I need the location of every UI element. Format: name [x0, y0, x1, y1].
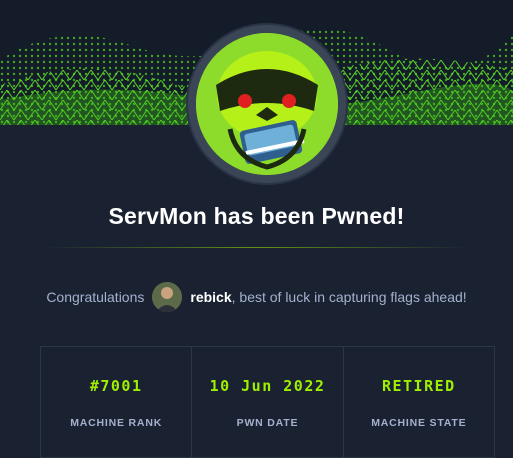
- user-avatar[interactable]: [152, 282, 183, 312]
- machine-state-label: MACHINE STATE: [371, 417, 467, 429]
- divider: [45, 247, 468, 248]
- congrats-message: Congratulations rebick , best of luck in…: [0, 282, 513, 312]
- green-skull-icon: [196, 33, 338, 175]
- pwn-date-value: 10 Jun 2022: [209, 377, 326, 395]
- machine-avatar: [188, 25, 346, 183]
- congrats-prefix: Congratulations: [46, 289, 145, 305]
- page-title: ServMon has been Pwned!: [108, 203, 405, 229]
- stats-panel: #7001 MACHINE RANK 10 Jun 2022 PWN DATE …: [40, 346, 495, 458]
- username-link[interactable]: rebick: [190, 289, 231, 305]
- congrats-suffix: , best of luck in capturing flags ahead!: [231, 289, 467, 305]
- stat-machine-state: RETIRED MACHINE STATE: [344, 347, 494, 457]
- machine-state-value: RETIRED: [381, 377, 456, 395]
- stat-pwn-date: 10 Jun 2022 PWN DATE: [192, 347, 344, 457]
- pwn-date-label: PWN DATE: [236, 417, 299, 429]
- machine-rank-label: MACHINE RANK: [70, 417, 163, 429]
- stat-machine-rank: #7001 MACHINE RANK: [41, 347, 193, 457]
- machine-rank-value: #7001: [89, 377, 143, 395]
